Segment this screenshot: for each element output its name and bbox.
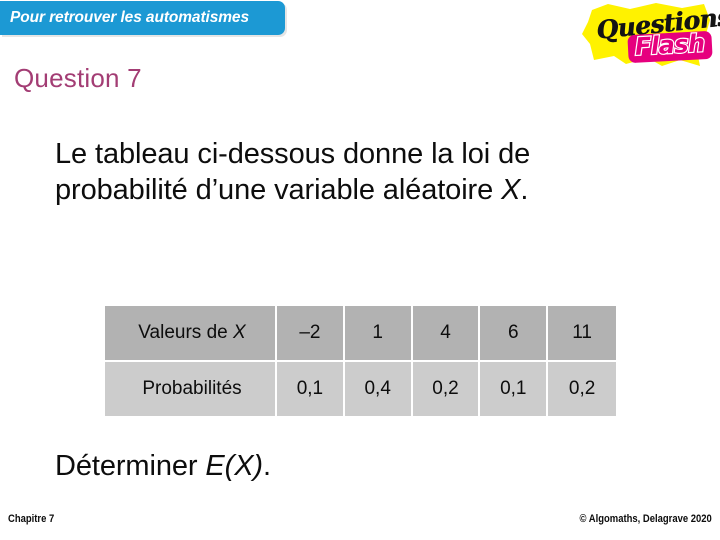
automatisms-banner: Pour retrouver les automatismes xyxy=(0,1,285,35)
table-cell-value-5: 11 xyxy=(548,306,616,362)
table-cell-value-2: 1 xyxy=(344,306,413,362)
banner-label: Pour retrouver les automatismes xyxy=(10,9,249,26)
page-title: Question 7 xyxy=(14,63,142,93)
question-statement: Le tableau ci-dessous donne la loi de pr… xyxy=(55,136,645,208)
table-row-values: Valeurs de X –2 1 4 6 11 xyxy=(105,306,616,362)
probability-distribution-table: Valeurs de X –2 1 4 6 11 Probabilités 0,… xyxy=(105,306,616,416)
row-header-values: Valeurs de X xyxy=(105,306,277,362)
logo-flash-text: Flash xyxy=(633,28,706,62)
closing-suffix: . xyxy=(263,450,271,482)
statement-part1: Le tableau ci-dessous donne la loi de pr… xyxy=(55,138,531,206)
table-cell-prob-4: 0,1 xyxy=(480,362,549,416)
closing-prefix: Déterminer xyxy=(55,450,206,482)
table-cell-value-1: –2 xyxy=(277,306,345,362)
table-cell-prob-1: 0,1 xyxy=(277,362,345,416)
table-cell-value-4: 6 xyxy=(480,306,549,362)
row-header-values-text: Valeurs de xyxy=(138,322,233,343)
logo-flash-box: Flash xyxy=(627,28,713,64)
row-header-values-variable: X xyxy=(233,322,246,343)
statement-variable: X xyxy=(501,174,521,206)
table-cell-value-3: 4 xyxy=(412,306,481,362)
table-cell-prob-5: 0,2 xyxy=(548,362,616,416)
closing-expression: E(X) xyxy=(205,450,263,482)
row-header-probabilities-text: Probabilités xyxy=(142,378,242,399)
statement-part2: . xyxy=(520,174,529,206)
row-header-probabilities: Probabilités xyxy=(105,362,277,416)
table-row-probabilities: Probabilités 0,1 0,4 0,2 0,1 0,2 xyxy=(105,362,616,416)
footer-chapter: Chapitre 7 xyxy=(8,513,55,525)
footer-copyright: © Algomaths, Delagrave 2020 xyxy=(579,513,712,525)
table-cell-prob-3: 0,2 xyxy=(412,362,481,416)
closing-instruction: Déterminer E(X). xyxy=(55,450,271,483)
questions-flash-logo: Questions Flash xyxy=(578,0,720,72)
table-cell-prob-2: 0,4 xyxy=(344,362,413,416)
